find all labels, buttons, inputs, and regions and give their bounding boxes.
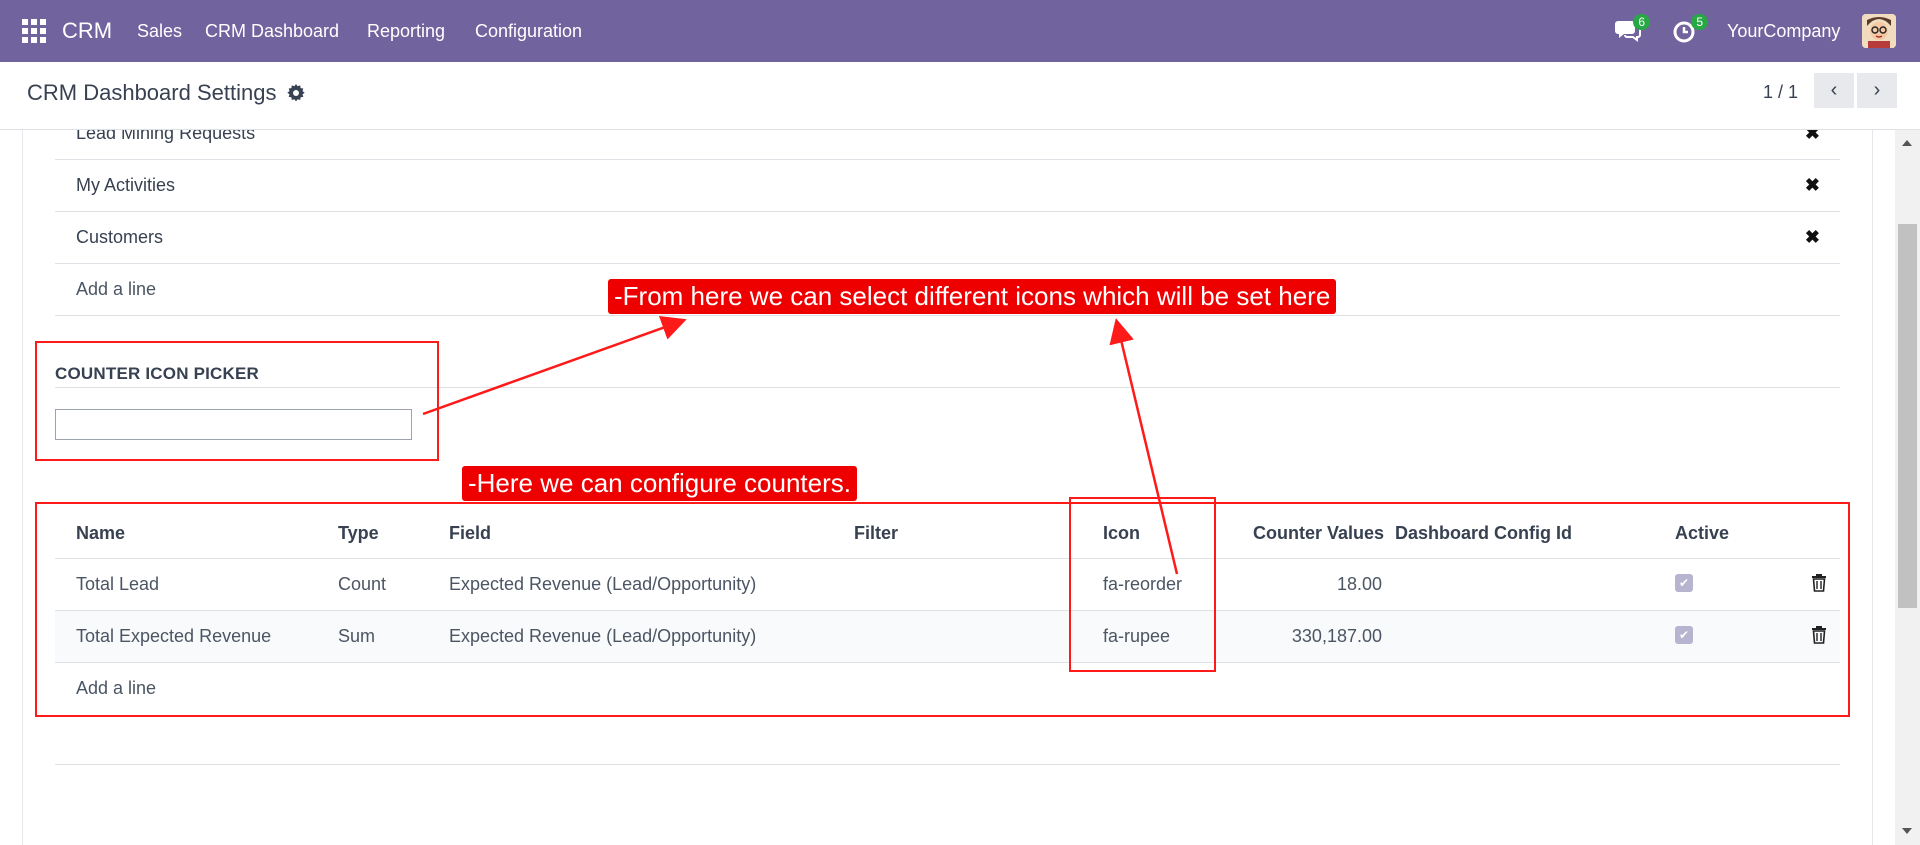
activities-badge: 5 (1691, 14, 1708, 30)
control-panel: CRM Dashboard Settings 1 / 1 ‹ › (0, 62, 1920, 130)
pager-value[interactable]: 1 / 1 (1763, 82, 1798, 103)
add-line-link[interactable]: Add a line (76, 279, 156, 300)
delete-x-icon[interactable]: ✖ (1805, 227, 1820, 248)
scroll-up-arrow-icon[interactable] (1902, 140, 1912, 146)
user-avatar[interactable] (1862, 14, 1896, 48)
scroll-down-arrow-icon[interactable] (1902, 828, 1912, 834)
list-item[interactable]: My Activities ✖ (55, 160, 1840, 212)
page-title: CRM Dashboard Settings (27, 80, 277, 105)
vertical-scrollbar[interactable] (1895, 130, 1920, 845)
company-switcher[interactable]: YourCompany (1727, 21, 1840, 42)
top-navbar: CRM Sales CRM Dashboard Reporting Config… (0, 0, 1920, 62)
menu-item-configuration[interactable]: Configuration (475, 21, 582, 42)
section-divider (55, 764, 1840, 765)
annotation-callout-counters: -Here we can configure counters. (462, 466, 857, 501)
gear-icon[interactable] (287, 84, 305, 102)
activities-clock-icon[interactable]: 5 (1672, 14, 1708, 44)
menu-item-reporting[interactable]: Reporting (367, 21, 445, 42)
annotation-box-icon-picker (35, 341, 439, 461)
delete-x-icon[interactable]: ✖ (1805, 130, 1820, 144)
pager-next-button[interactable]: › (1857, 73, 1897, 108)
apps-grid-icon[interactable] (22, 19, 48, 43)
messages-badge: 6 (1633, 14, 1650, 30)
form-content: Lead Mining Requests ✖ My Activities ✖ C… (0, 130, 1895, 845)
pager-previous-button[interactable]: ‹ (1814, 73, 1854, 108)
list-item[interactable]: Customers ✖ (55, 212, 1840, 264)
messages-icon[interactable]: 6 (1614, 14, 1650, 44)
annotation-callout-icons: -From here we can select different icons… (608, 279, 1337, 314)
menu-item-crm-dashboard[interactable]: CRM Dashboard (205, 21, 339, 42)
annotation-box-icon-column (1069, 497, 1216, 672)
app-brand[interactable]: CRM (62, 18, 112, 44)
delete-x-icon[interactable]: ✖ (1805, 175, 1820, 196)
menu-item-sales[interactable]: Sales (137, 21, 182, 42)
annotation-box-counters-table (35, 502, 1850, 717)
list-item[interactable]: Lead Mining Requests ✖ (55, 130, 1840, 160)
chevron-right-icon: › (1873, 79, 1881, 101)
chevron-left-icon: ‹ (1830, 79, 1838, 101)
scrollbar-thumb[interactable] (1898, 224, 1917, 608)
